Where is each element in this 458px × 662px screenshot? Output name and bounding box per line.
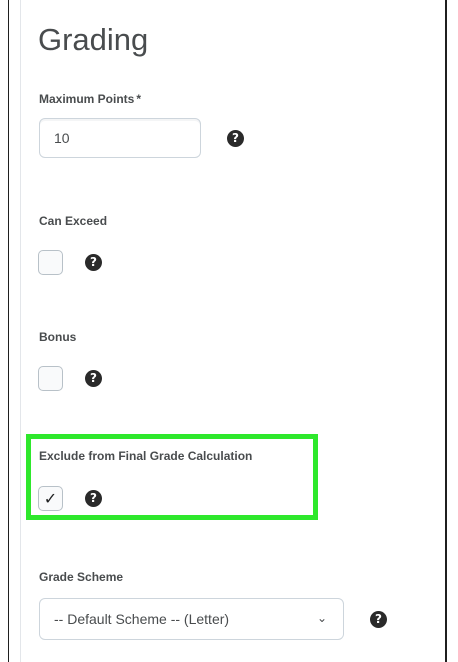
- bonus-checkbox[interactable]: [38, 366, 63, 391]
- grade-scheme-select[interactable]: -- Default Scheme -- (Letter) ⌄: [39, 598, 344, 640]
- section-title: Grading: [38, 22, 149, 57]
- required-marker: *: [136, 92, 142, 106]
- grade-scheme-help-icon[interactable]: ?: [370, 611, 387, 628]
- max-points-input[interactable]: [39, 118, 201, 158]
- can-exceed-label: Can Exceed: [39, 214, 108, 228]
- exclude-final-help-icon[interactable]: ?: [85, 490, 102, 507]
- chevron-down-icon: ⌄: [316, 611, 327, 625]
- frame-border-right: [445, 0, 447, 662]
- can-exceed-help-icon[interactable]: ?: [85, 254, 102, 271]
- frame-border-left: [8, 0, 9, 662]
- content-divider: [20, 0, 21, 662]
- max-points-label-text: Maximum Points: [39, 92, 135, 106]
- bonus-help-icon[interactable]: ?: [85, 370, 102, 387]
- bonus-label: Bonus: [39, 330, 77, 344]
- exclude-final-label: Exclude from Final Grade Calculation: [39, 449, 253, 463]
- grade-scheme-label: Grade Scheme: [39, 570, 124, 584]
- max-points-help-icon[interactable]: ?: [227, 130, 244, 147]
- max-points-label: Maximum Points *: [39, 92, 141, 106]
- exclude-final-checkbox[interactable]: ✓: [38, 486, 63, 511]
- grade-scheme-selected-value: -- Default Scheme -- (Letter): [54, 611, 230, 627]
- highlight-box: [26, 434, 318, 520]
- can-exceed-checkbox[interactable]: [38, 250, 63, 275]
